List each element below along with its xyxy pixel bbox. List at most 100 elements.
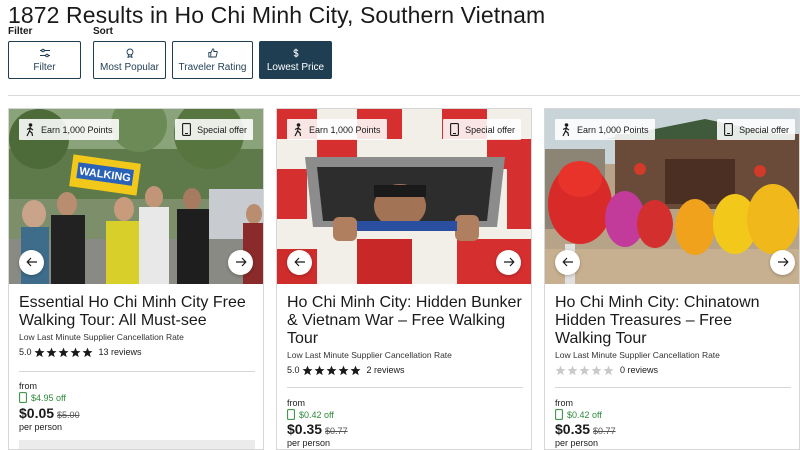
points-label: Earn 1,000 Points [41,124,113,135]
special-offer-label: Special offer [739,124,789,135]
product-card[interactable]: Earn 1,000 Points Special offer Ho Chi M… [276,108,532,450]
star-icon [555,365,566,375]
popular-icon [125,48,135,58]
card-divider [19,371,255,372]
image-prev-button[interactable] [19,250,44,275]
image-prev-button[interactable] [287,250,312,275]
star-icon [338,365,349,375]
points-label: Earn 1,000 Points [577,124,649,135]
supplier-note: Low Last Minute Supplier Cancellation Ra… [555,350,720,360]
sliders-icon [39,48,50,58]
price: $0.05 $5.00 [19,405,80,421]
per-person-label: per person [287,438,331,448]
star-icon [591,365,602,375]
walker-icon [23,122,37,137]
walker-icon [559,122,573,137]
rating-score: 5.0 [287,365,300,375]
points-badge: Earn 1,000 Points [555,119,655,140]
image-next-button[interactable] [496,250,521,275]
phone-icon [287,409,295,420]
star-icon [579,365,590,375]
original-price: $0.77 [325,426,348,436]
arrow-right-icon [235,254,247,272]
discount: $4.95 off [19,392,66,403]
star-icon [46,347,57,357]
special-offer-label: Special offer [197,124,247,135]
sort-option-label: Most Popular [100,61,159,73]
current-price: $0.35 [287,421,323,437]
filter-label: Filter [8,26,33,37]
current-price: $0.35 [555,421,591,437]
image-prev-button[interactable] [555,250,580,275]
per-person-label: per person [19,422,63,432]
product-title[interactable]: Essential Ho Chi Minh City Free Walking … [19,294,255,330]
special-offer-label: Special offer [465,124,515,135]
card-divider [555,387,791,388]
card-footer-strip [19,440,255,449]
arrow-left-icon [561,254,574,272]
price: $0.35 $0.77 [555,421,616,437]
phone-icon [179,123,193,137]
star-rating [555,365,615,376]
discount-amount: $4.95 off [31,392,66,403]
phone-icon [555,409,563,420]
star-icon [302,365,313,375]
phone-icon [721,123,735,137]
product-card[interactable]: Earn 1,000 Points Special offer Ho Chi M… [544,108,800,450]
special-offer-badge: Special offer [175,119,253,140]
review-count[interactable]: 2 reviews [367,365,405,375]
product-card[interactable]: WALKING Earn 1,000 Points Special offer … [8,108,264,450]
discount-amount: $0.42 off [299,409,334,420]
per-person-label: per person [555,438,599,448]
page-title: 1872 Results in Ho Chi Minh City, Southe… [8,2,546,28]
thumbs-up-icon [207,47,218,58]
from-label: from [19,381,37,391]
from-label: from [287,398,305,408]
rating: 5.0 13 reviews [19,346,142,358]
walker-icon [291,122,305,137]
review-count[interactable]: 13 reviews [99,347,142,357]
special-offer-badge: Special offer [717,119,795,140]
filter-button-label: Filter [33,61,56,73]
sort-most-popular-button[interactable]: Most Popular [93,41,166,79]
special-offer-badge: Special offer [443,119,521,140]
from-label: from [555,398,573,408]
star-icon [603,365,614,375]
star-icon [34,347,45,357]
star-icon [350,365,361,375]
star-icon [314,365,325,375]
star-icon [70,347,81,357]
review-count[interactable]: 0 reviews [620,365,658,375]
discount: $0.42 off [555,409,602,420]
arrow-left-icon [25,254,38,272]
sort-traveler-rating-button[interactable]: Traveler Rating [172,41,253,79]
sort-lowest-price-button[interactable]: Lowest Price [259,41,332,79]
star-icon [58,347,69,357]
product-title[interactable]: Ho Chi Minh City: Hidden Bunker & Vietna… [287,294,523,348]
image-next-button[interactable] [228,250,253,275]
image-next-button[interactable] [770,250,795,275]
points-label: Earn 1,000 Points [309,124,381,135]
discount-amount: $0.42 off [567,409,602,420]
star-icon [82,347,93,357]
product-title[interactable]: Ho Chi Minh City: Chinatown Hidden Treas… [555,294,791,348]
card-divider [287,387,523,388]
arrow-left-icon [293,254,306,272]
star-icon [567,365,578,375]
supplier-note: Low Last Minute Supplier Cancellation Ra… [19,332,184,342]
phone-icon [447,123,461,137]
rating: 0 reviews [555,364,658,376]
points-badge: Earn 1,000 Points [287,119,387,140]
star-rating [302,365,362,376]
sort-option-label: Traveler Rating [178,61,247,73]
star-icon [326,365,337,375]
original-price: $0.77 [593,426,616,436]
arrow-right-icon [503,254,515,272]
phone-icon [19,392,27,403]
original-price: $5.00 [57,410,80,420]
discount: $0.42 off [287,409,334,420]
filter-button[interactable]: Filter [8,41,81,79]
price: $0.35 $0.77 [287,421,348,437]
sort-option-label: Lowest Price [266,61,325,73]
supplier-note: Low Last Minute Supplier Cancellation Ra… [287,350,452,360]
